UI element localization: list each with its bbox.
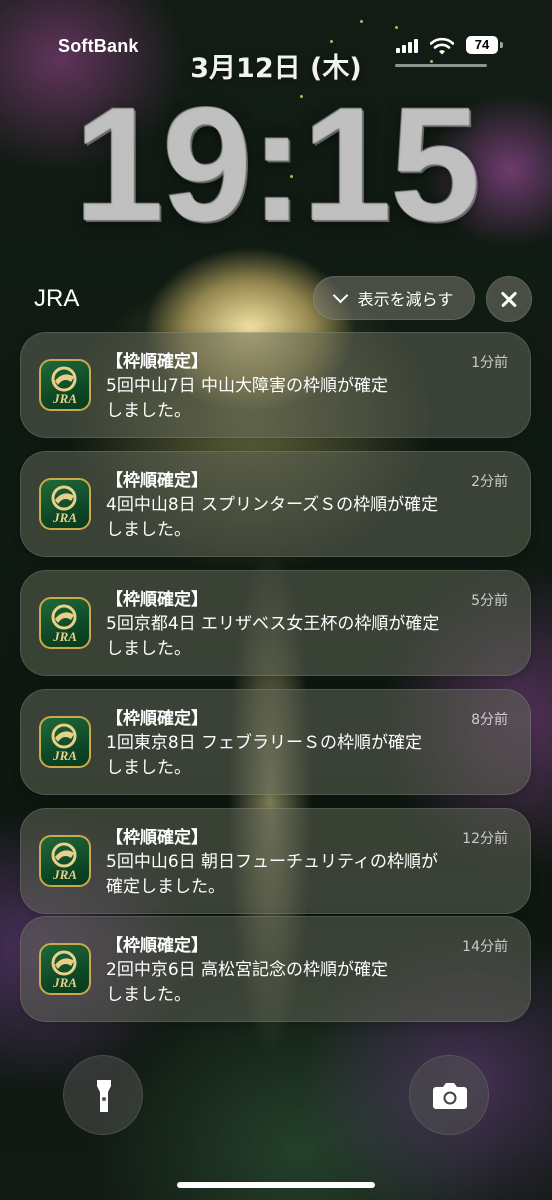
notification-title: 【枠順確定】 — [106, 828, 208, 848]
flashlight-button[interactable] — [63, 1055, 143, 1135]
notification-body: 2回中京6日 高松宮記念の枠順が確定 しました。 — [106, 960, 389, 1005]
svg-text:JRA: JRA — [52, 975, 77, 990]
home-indicator[interactable] — [177, 1182, 375, 1188]
svg-text:JRA: JRA — [52, 629, 77, 644]
svg-text:JRA: JRA — [52, 748, 77, 763]
notification-time: 12分前 — [462, 831, 508, 847]
notification-card[interactable]: JRA 【枠順確定】 1分前 5回中山7日 中山大障害の枠順が確定 しました。 — [20, 332, 531, 438]
notification-body: 4回中山8日 スプリンターズＳの枠順が確定 しました。 — [106, 495, 439, 540]
notification-body: 1回東京8日 フェブラリーＳの枠順が確定 しました。 — [106, 733, 423, 778]
notification-card[interactable]: JRA 【枠順確定】 14分前 2回中京6日 高松宮記念の枠順が確定 しました。 — [20, 916, 531, 1022]
camera-icon — [433, 1083, 467, 1109]
notification-title: 【枠順確定】 — [106, 590, 208, 610]
jra-app-icon: JRA — [39, 597, 91, 649]
notification-title: 【枠順確定】 — [106, 709, 208, 729]
jra-app-icon: JRA — [39, 478, 91, 530]
clear-notifications-button[interactable] — [486, 276, 532, 322]
svg-text:JRA: JRA — [52, 510, 77, 525]
chevron-down-icon — [332, 287, 348, 303]
notification-card[interactable]: JRA 【枠順確定】 12分前 5回中山6日 朝日フューチュリティの枠順が 確定… — [20, 808, 531, 914]
flashlight-icon — [97, 1080, 111, 1112]
jra-app-icon: JRA — [39, 359, 91, 411]
svg-text:JRA: JRA — [52, 391, 77, 406]
notification-time: 1分前 — [471, 355, 508, 371]
notification-group-title: JRA — [34, 285, 80, 312]
jra-app-icon: JRA — [39, 835, 91, 887]
notification-time: 5分前 — [471, 593, 508, 609]
notification-body: 5回京都4日 エリザベス女王杯の枠順が確定 しました。 — [106, 614, 440, 659]
notification-title: 【枠順確定】 — [106, 352, 208, 372]
svg-text:JRA: JRA — [52, 867, 77, 882]
notification-time: 2分前 — [471, 474, 508, 490]
jra-app-icon: JRA — [39, 943, 91, 995]
notification-title: 【枠順確定】 — [106, 471, 208, 491]
notification-title: 【枠順確定】 — [106, 936, 208, 956]
notification-time: 8分前 — [471, 712, 508, 728]
notification-card[interactable]: JRA 【枠順確定】 8分前 1回東京8日 フェブラリーＳの枠順が確定 しました… — [20, 689, 531, 795]
notification-card[interactable]: JRA 【枠順確定】 2分前 4回中山8日 スプリンターズＳの枠順が確定 しまし… — [20, 451, 531, 557]
notification-body: 5回中山6日 朝日フューチュリティの枠順が 確定しました。 — [106, 852, 439, 897]
notification-time: 14分前 — [462, 939, 508, 955]
lock-screen-time: 19:15 — [73, 74, 480, 255]
notification-body: 5回中山7日 中山大障害の枠順が確定 しました。 — [106, 376, 389, 421]
widget-indicator — [395, 64, 487, 67]
show-less-label: 表示を減らす — [357, 290, 454, 309]
camera-button[interactable] — [409, 1055, 489, 1135]
notification-card[interactable]: JRA 【枠順確定】 5分前 5回京都4日 エリザベス女王杯の枠順が確定 しまし… — [20, 570, 531, 676]
jra-app-icon: JRA — [39, 716, 91, 768]
show-less-button[interactable]: 表示を減らす — [313, 276, 475, 320]
